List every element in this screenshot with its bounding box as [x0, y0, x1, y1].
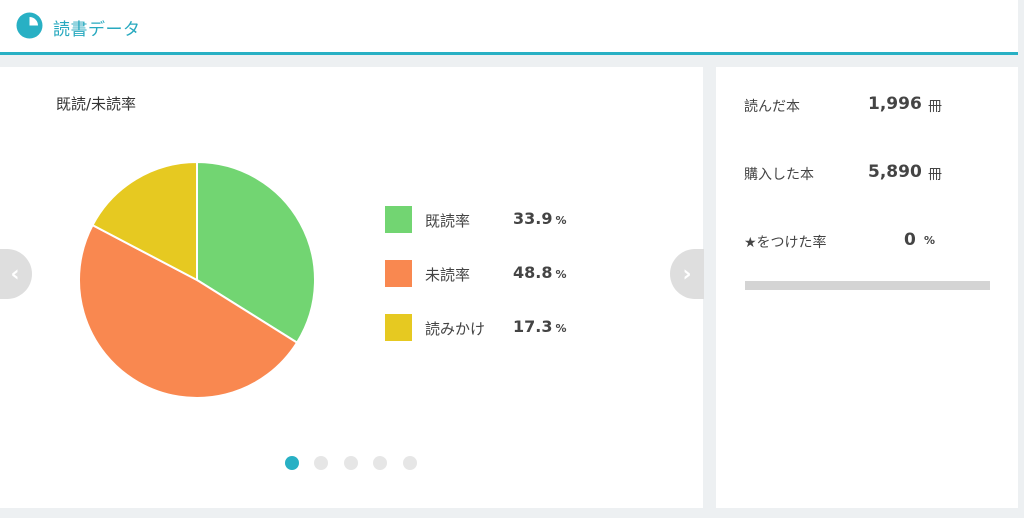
carousel-next-button[interactable]: ›	[670, 249, 704, 299]
legend-swatch-read	[385, 206, 412, 233]
chart-title: 既読/未読率	[56, 95, 137, 113]
stat-label: 購入した本	[744, 167, 814, 183]
stat-unit: 冊	[928, 167, 942, 183]
legend-label: 未読率	[425, 266, 471, 284]
stats-card: 読んだ本 1,996 冊 購入した本 5,890 冊 ★をつけた率 0 %	[716, 67, 1018, 508]
read-rate-card: 既読/未読率 既読率 33.9% 未読率 48.8% 読みかけ 17.3% ‹ …	[0, 67, 704, 508]
stat-value: 1,996	[868, 94, 922, 114]
legend-label: 読みかけ	[425, 320, 486, 338]
pie-chart-icon	[16, 12, 43, 39]
legend-value: 17.3%	[513, 317, 567, 336]
legend-swatch-reading	[385, 314, 412, 341]
page-header: 読書データ	[0, 0, 1018, 55]
carousel-prev-button[interactable]: ‹	[0, 249, 32, 299]
carousel-dot-1[interactable]	[285, 456, 299, 470]
stat-value: 5,890	[868, 162, 922, 182]
stat-label: 読んだ本	[744, 99, 800, 115]
page-title: 読書データ	[53, 20, 141, 40]
chevron-left-icon: ‹	[10, 261, 20, 287]
stat-value: 0	[904, 230, 916, 250]
legend-value: 33.9%	[513, 209, 567, 228]
chevron-right-icon: ›	[682, 261, 692, 287]
carousel-dot-4[interactable]	[373, 456, 387, 470]
read-rate-pie-chart	[78, 160, 316, 399]
legend-label: 既読率	[425, 212, 471, 230]
stat-label: ★をつけた率	[744, 235, 827, 251]
legend-swatch-unread	[385, 260, 412, 287]
stat-unit: 冊	[928, 99, 942, 115]
carousel-dot-5[interactable]	[403, 456, 417, 470]
carousel-dot-3[interactable]	[344, 456, 358, 470]
starred-rate-progress-bar	[745, 281, 990, 290]
legend-value: 48.8%	[513, 263, 567, 282]
stat-unit: %	[924, 234, 936, 247]
carousel-dot-2[interactable]	[314, 456, 328, 470]
